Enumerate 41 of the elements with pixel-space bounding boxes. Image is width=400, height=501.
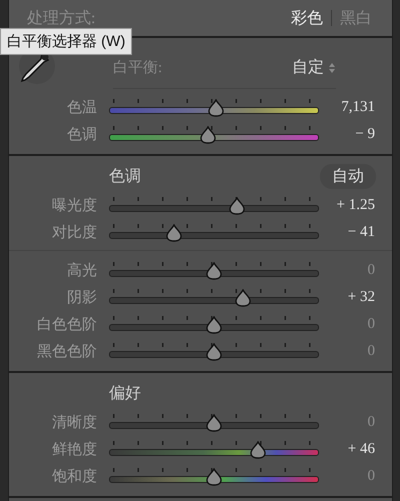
slider-label: 曝光度: [51, 196, 97, 215]
slider-thumb[interactable]: [206, 468, 222, 486]
slider-value: 0: [366, 262, 375, 279]
section-title: 色调: [109, 166, 142, 186]
slider-thumb[interactable]: [166, 224, 182, 242]
slider-value: + 32: [346, 289, 375, 306]
slider-value: 0: [366, 316, 375, 333]
slider-value: + 1.25: [336, 197, 375, 214]
auto-button[interactable]: 自动: [320, 164, 376, 188]
balance-dropdown[interactable]: 自定: [292, 57, 336, 78]
slider-label: 色调: [66, 126, 97, 144]
slider-label: 清晰度: [51, 413, 97, 432]
slider-thumb[interactable]: [250, 440, 266, 458]
slider-value: − 9: [354, 126, 375, 143]
slider-thumb[interactable]: [206, 414, 222, 432]
balance-label: 白平衡:: [113, 59, 164, 77]
section-title: 偏好: [109, 384, 142, 404]
slider-label: 白色色阶: [36, 316, 97, 334]
tooltip: 白平衡选择器 (W): [0, 28, 132, 55]
slider-value: 0: [366, 414, 375, 431]
slider-label: 鲜艳度: [51, 440, 97, 459]
slider-value: 7,131: [340, 99, 375, 116]
up-down-icon: [328, 62, 336, 74]
slider-thumb[interactable]: [206, 316, 222, 334]
slider-value: + 46: [346, 441, 375, 458]
slider-thumb[interactable]: [208, 98, 224, 116]
slider-thumb[interactable]: [206, 262, 222, 280]
slider-label: 高光: [66, 261, 97, 280]
slider-thumb[interactable]: [235, 288, 252, 306]
mode-option[interactable]: 彩色: [283, 8, 331, 28]
slider-value: 0: [366, 343, 375, 360]
slider-label: 黑色色阶: [36, 343, 97, 361]
slider-label: 色温: [66, 99, 97, 117]
slider-thumb[interactable]: [228, 196, 245, 214]
slider-thumb[interactable]: [206, 342, 222, 360]
slider-value: 0: [366, 468, 375, 485]
slider-thumb[interactable]: [200, 126, 216, 144]
slider-value: − 41: [346, 224, 375, 241]
slider-label: 饱和度: [51, 467, 97, 486]
slider-label: 阴影: [66, 289, 97, 307]
slider-label: 对比度: [51, 223, 97, 242]
